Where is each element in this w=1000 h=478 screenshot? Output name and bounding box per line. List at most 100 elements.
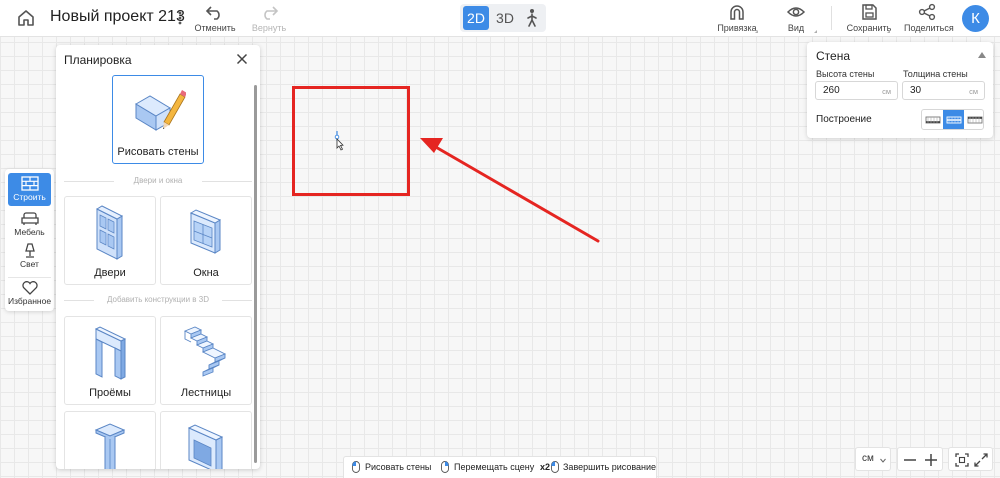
- doors-card[interactable]: Двери: [64, 196, 156, 285]
- mouse-hints-bar: Рисовать стены Перемещать сцену x2 Завер…: [343, 456, 657, 478]
- project-title[interactable]: Новый проект 213: [50, 8, 185, 26]
- undo-icon: [205, 3, 225, 21]
- sidebar-item-label: Избранное: [8, 296, 52, 306]
- wall-height-label: Высота стены: [816, 69, 875, 79]
- sidebar-item-label: Мебель: [14, 227, 45, 237]
- mouse-right-click-icon: [441, 461, 449, 473]
- wall-properties-panel: Стена Высота стены Толщина стены 260 см …: [807, 42, 993, 138]
- section-title: Добавить конструкции в 3D: [107, 295, 209, 304]
- annotation-arrow-icon: [420, 138, 600, 243]
- fit-to-screen-icon[interactable]: [955, 453, 969, 467]
- sidebar-item-label: Свет: [20, 259, 39, 269]
- draw-walls-label: Рисовать стены: [117, 146, 199, 158]
- build-mode-label: Построение: [816, 114, 872, 125]
- view-button[interactable]: Вид: [773, 3, 819, 33]
- save-icon: [859, 3, 879, 21]
- wall-thickness-value: 30: [910, 85, 922, 96]
- lamp-icon: [21, 243, 39, 258]
- section-title: Двери и окна: [133, 176, 183, 185]
- save-button[interactable]: Сохранить: [846, 3, 892, 33]
- build-outer-line-icon[interactable]: [964, 110, 983, 129]
- undo-button[interactable]: Отменить: [192, 3, 238, 33]
- brick-wall-icon: [20, 176, 39, 191]
- wall-pencil-icon: [130, 88, 186, 132]
- windows-label: Окна: [193, 267, 219, 279]
- opening-icon: [93, 325, 127, 381]
- collapse-icon[interactable]: [978, 52, 986, 58]
- wall-height-field[interactable]: 260 см: [815, 81, 898, 100]
- planning-panel: Планировка Рисовать стены Двери и окна Д…: [56, 45, 260, 469]
- sidebar-item-furniture[interactable]: Мебель: [8, 209, 51, 239]
- openings-card[interactable]: Проёмы: [64, 316, 156, 405]
- hint-finish-drawing: Завершить рисование: [563, 462, 657, 472]
- build-mode-group: [921, 109, 984, 130]
- view-3d-button[interactable]: 3D: [492, 6, 518, 30]
- sofa-icon: [20, 211, 39, 226]
- panel-scrollbar[interactable]: [254, 85, 257, 463]
- doors-label: Двери: [94, 267, 126, 279]
- save-dropdown-corner: [887, 30, 890, 33]
- stairs-icon: [181, 325, 231, 381]
- chevron-down-icon: [880, 458, 886, 463]
- view-dropdown-corner: [814, 30, 817, 33]
- fullscreen-icon[interactable]: [974, 453, 988, 467]
- snap-button[interactable]: Привязка: [714, 3, 760, 33]
- windows-card[interactable]: Окна: [160, 196, 252, 285]
- redo-button[interactable]: Вернуть: [246, 3, 292, 33]
- undo-label: Отменить: [194, 23, 236, 33]
- share-icon: [917, 3, 937, 21]
- zoom-in-icon[interactable]: [924, 453, 938, 467]
- more-menu-icon[interactable]: [174, 10, 186, 26]
- redo-icon: [259, 3, 279, 21]
- top-toolbar: Новый проект 213 Отменить Вернуть 2D 3D …: [0, 0, 1000, 37]
- wall-height-value: 260: [823, 85, 840, 96]
- section-doors-windows: Двери и окна: [64, 175, 252, 187]
- section-3d-structures: Добавить конструкции в 3D: [64, 294, 252, 306]
- zoom-out-icon[interactable]: [903, 453, 917, 467]
- close-icon[interactable]: [236, 53, 248, 65]
- sidebar-item-build[interactable]: Строить: [8, 173, 51, 206]
- zoom-controls: [897, 447, 943, 471]
- mouse-double-click-icon: [551, 461, 559, 473]
- window-icon: [189, 207, 223, 255]
- walk-mode-icon[interactable]: [521, 6, 543, 30]
- sidebar-item-favorites[interactable]: Избранное: [8, 277, 51, 307]
- draw-walls-card[interactable]: Рисовать стены: [112, 75, 204, 164]
- column-icon: [93, 422, 127, 469]
- hint-draw-walls: Рисовать стены: [365, 462, 432, 472]
- view-fit-controls: [948, 447, 993, 471]
- wall-draw-cursor-icon: [334, 131, 344, 151]
- column-card[interactable]: [64, 411, 156, 469]
- unit-select[interactable]: см: [855, 447, 891, 471]
- magnet-icon: [727, 3, 747, 21]
- wall-thickness-field[interactable]: 30 см: [902, 81, 985, 100]
- build-center-line-icon[interactable]: [943, 110, 964, 129]
- build-inner-line-icon[interactable]: [922, 110, 943, 129]
- sidebar-item-light[interactable]: Свет: [8, 241, 51, 271]
- redo-label: Вернуть: [251, 23, 287, 33]
- share-label: Поделиться: [904, 23, 954, 33]
- unit-suffix: см: [882, 87, 891, 96]
- unit-suffix: см: [969, 87, 978, 96]
- view-2d-button[interactable]: 2D: [463, 6, 489, 30]
- panel-title: Планировка: [64, 53, 132, 67]
- view-mode-switch: 2D 3D: [460, 4, 546, 32]
- home-icon[interactable]: [16, 8, 36, 28]
- annotation-highlight-box: [292, 86, 410, 196]
- avatar[interactable]: К: [962, 5, 989, 32]
- snap-label: Привязка: [717, 23, 757, 33]
- door-icon: [95, 205, 125, 261]
- share-button[interactable]: Поделиться: [904, 3, 954, 33]
- double-click-marker: x2: [540, 462, 551, 472]
- snap-dropdown-corner: [755, 30, 758, 33]
- view-label: Вид: [787, 23, 805, 33]
- wall-thickness-label: Толщина стены: [903, 69, 968, 79]
- heart-icon: [21, 280, 39, 295]
- category-rail: Строить Мебель Свет Избранное: [5, 169, 54, 311]
- toolbar-divider: [831, 6, 832, 30]
- hint-move-scene: Перемещать сцену: [454, 462, 535, 472]
- niche-card[interactable]: [160, 411, 252, 469]
- wall-panel-title: Стена: [816, 49, 851, 63]
- stairs-card[interactable]: Лестницы: [160, 316, 252, 405]
- openings-label: Проёмы: [89, 387, 131, 399]
